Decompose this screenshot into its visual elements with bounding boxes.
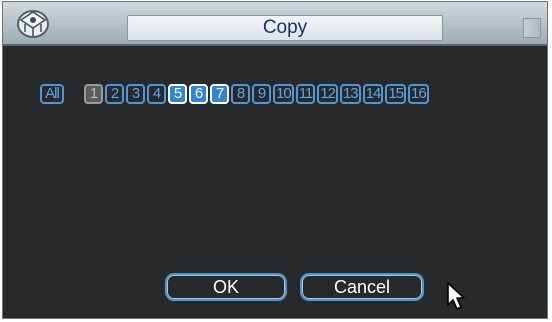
channel-3-checkbox[interactable]: 3 [126,84,145,104]
channel-13-checkbox[interactable]: 13 [339,84,361,104]
channel-1-checkbox[interactable]: 1 [84,84,103,104]
mouse-cursor-icon [447,282,465,310]
channel-all-checkbox[interactable]: All [40,84,64,104]
channel-16-checkbox[interactable]: 16 [408,84,429,104]
camera-logo-icon [17,10,49,38]
channel-12-checkbox[interactable]: 12 [317,84,338,104]
channel-4-checkbox[interactable]: 4 [147,84,166,104]
channel-9-checkbox[interactable]: 9 [252,84,271,104]
channel-8-checkbox[interactable]: 8 [231,84,250,104]
channel-6-checkbox[interactable]: 6 [189,84,208,104]
channel-14-checkbox[interactable]: 14 [362,84,384,104]
channel-selector: All 1 2 3 4 5 6 7 8 9 10 11 12 13 14 15 … [40,82,431,106]
channel-5-checkbox[interactable]: 5 [168,84,187,104]
title-bar[interactable]: Copy [3,2,547,46]
copy-dialog: Copy All 1 2 3 4 5 6 7 8 9 10 11 12 13 1… [2,1,548,319]
dialog-title: Copy [262,17,308,38]
channel-10-checkbox[interactable]: 10 [273,84,294,104]
channel-7-checkbox[interactable]: 7 [210,84,229,104]
channel-2-checkbox[interactable]: 2 [105,84,124,104]
cancel-button[interactable]: Cancel [300,273,424,301]
channel-15-checkbox[interactable]: 15 [385,84,407,104]
ok-button[interactable]: OK [165,273,287,301]
channel-11-checkbox[interactable]: 11 [295,84,316,104]
window-grip[interactable] [523,18,541,38]
